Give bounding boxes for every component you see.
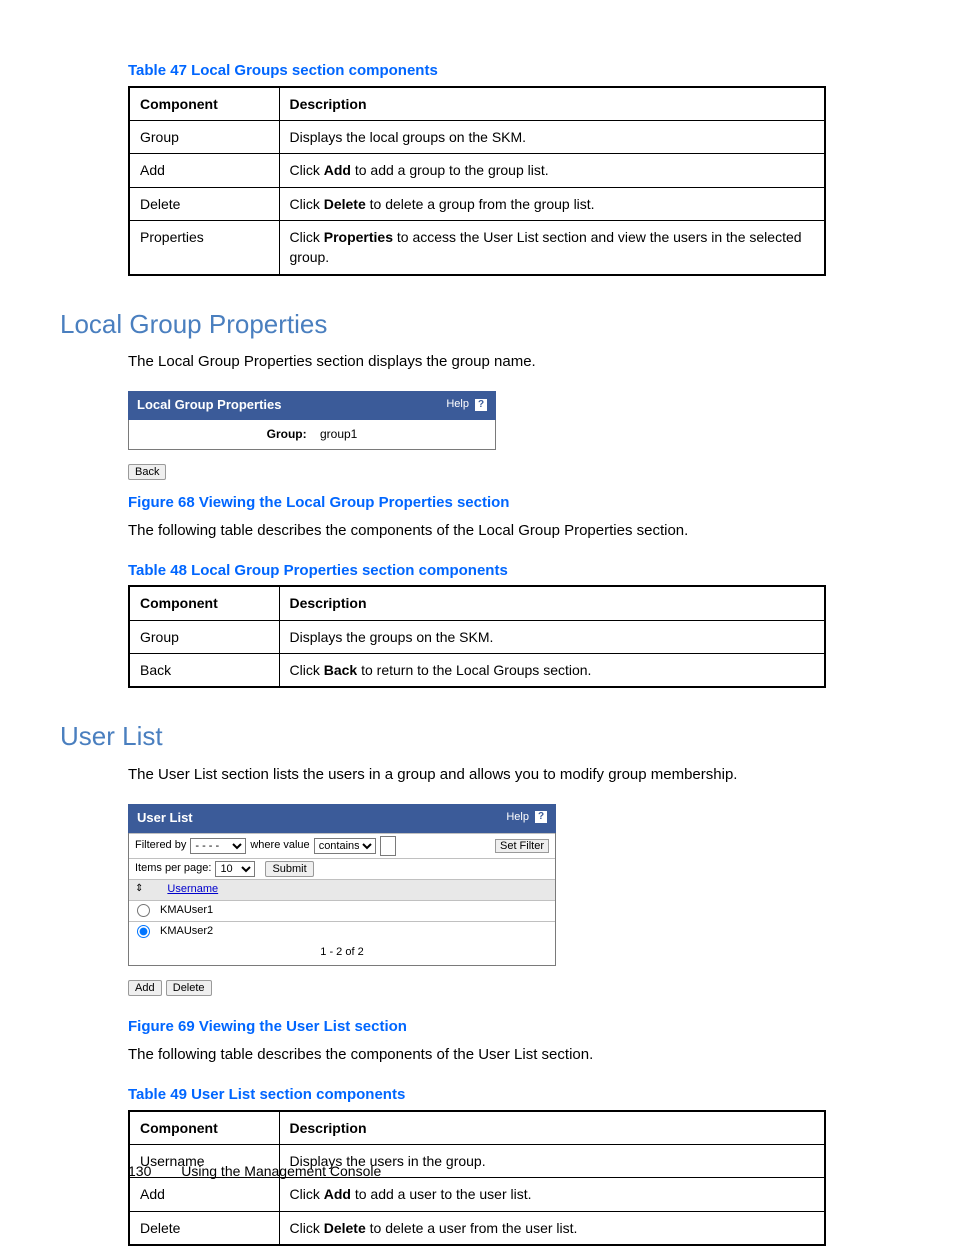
panel1-group-value: group1 <box>320 427 357 441</box>
footer-title: Using the Management Console <box>181 1163 381 1179</box>
user-list-row[interactable]: KMAUser1 <box>129 900 555 921</box>
figure69-caption: Figure 69 Viewing the User List section <box>128 1016 826 1038</box>
table-row: DeleteClick Delete to delete a group fro… <box>129 187 825 220</box>
back-button[interactable]: Back <box>128 464 166 480</box>
para68: The following table describes the compon… <box>128 520 826 542</box>
panel1-group-label: Group: <box>267 427 307 441</box>
add-button[interactable]: Add <box>128 980 162 996</box>
description-cell: Click Properties to access the User List… <box>279 220 825 274</box>
local-group-properties-panel: Local Group Properties Help ? Group: gro… <box>128 391 496 450</box>
table47-caption: Table 47 Local Groups section components <box>128 60 826 82</box>
panel1-help-text: Help <box>446 398 469 410</box>
figure68-caption: Figure 68 Viewing the Local Group Proper… <box>128 492 826 514</box>
component-cell: Add <box>129 154 279 187</box>
username-column-header[interactable]: Username <box>167 882 218 898</box>
section-local-group-properties: Local Group Properties <box>60 306 826 344</box>
section-user-list: User List <box>60 718 826 756</box>
user-list-row[interactable]: KMAUser2 <box>129 921 555 942</box>
panel1-title: Local Group Properties <box>137 396 281 415</box>
table-row: PropertiesClick Properties to access the… <box>129 220 825 274</box>
component-cell: Delete <box>129 187 279 220</box>
delete-button[interactable]: Delete <box>166 980 212 996</box>
table-row: BackClick Back to return to the Local Gr… <box>129 654 825 688</box>
user-list-pager: 1 - 2 of 2 <box>129 941 555 965</box>
user-row-name: KMAUser1 <box>160 903 213 919</box>
table-row: AddClick Add to add a user to the user l… <box>129 1178 825 1211</box>
table49-h1: Component <box>129 1111 279 1145</box>
section1-intro: The Local Group Properties section displ… <box>128 351 826 373</box>
description-cell: Click Add to add a user to the user list… <box>279 1178 825 1211</box>
description-cell: Displays the groups on the SKM. <box>279 620 825 653</box>
submit-button[interactable]: Submit <box>265 861 313 877</box>
panel2-help-link[interactable]: Help ? <box>506 810 547 826</box>
panel1-help-link[interactable]: Help ? <box>446 397 487 413</box>
description-cell: Click Delete to delete a user from the u… <box>279 1211 825 1245</box>
para69: The following table describes the compon… <box>128 1044 826 1066</box>
user-row-name: KMAUser2 <box>160 924 213 940</box>
table-row: GroupDisplays the local groups on the SK… <box>129 121 825 154</box>
user-row-radio[interactable] <box>137 904 150 917</box>
filtered-by-label: Filtered by <box>135 838 186 854</box>
user-row-radio[interactable] <box>137 925 150 938</box>
component-cell: Add <box>129 1178 279 1211</box>
user-list-panel: User List Help ? Filtered by - - - - whe… <box>128 804 556 967</box>
table48: Component Description GroupDisplays the … <box>128 585 826 688</box>
items-per-page-label: Items per page: <box>135 861 211 877</box>
table48-caption: Table 48 Local Group Properties section … <box>128 560 826 582</box>
table-row: GroupDisplays the groups on the SKM. <box>129 620 825 653</box>
component-cell: Group <box>129 620 279 653</box>
table47: Component Description GroupDisplays the … <box>128 86 826 276</box>
help-icon: ? <box>535 811 547 823</box>
table48-h1: Component <box>129 586 279 620</box>
table49-h2: Description <box>279 1111 825 1145</box>
component-cell: Group <box>129 121 279 154</box>
table47-h1: Component <box>129 87 279 121</box>
sort-icon[interactable]: ⇕ <box>135 882 143 897</box>
description-cell: Displays the local groups on the SKM. <box>279 121 825 154</box>
description-cell: Click Add to add a group to the group li… <box>279 154 825 187</box>
page-footer: 130 Using the Management Console <box>128 1161 381 1181</box>
panel2-help-text: Help <box>506 811 529 823</box>
component-cell: Delete <box>129 1211 279 1245</box>
panel2-title: User List <box>137 809 193 828</box>
table-row: DeleteClick Delete to delete a user from… <box>129 1211 825 1245</box>
table48-h2: Description <box>279 586 825 620</box>
filter-field-select[interactable]: - - - - <box>190 838 246 854</box>
description-cell: Click Back to return to the Local Groups… <box>279 654 825 688</box>
component-cell: Back <box>129 654 279 688</box>
help-icon: ? <box>475 399 487 411</box>
section2-intro: The User List section lists the users in… <box>128 764 826 786</box>
description-cell: Click Delete to delete a group from the … <box>279 187 825 220</box>
filter-op-select[interactable]: contains <box>314 838 376 854</box>
page-number: 130 <box>128 1163 151 1179</box>
filter-value-input[interactable] <box>380 836 396 856</box>
items-per-page-select[interactable]: 10 <box>215 861 255 877</box>
table47-h2: Description <box>279 87 825 121</box>
table-row: AddClick Add to add a group to the group… <box>129 154 825 187</box>
component-cell: Properties <box>129 220 279 274</box>
where-value-label: where value <box>250 838 309 854</box>
set-filter-button[interactable]: Set Filter <box>495 839 549 853</box>
table49-caption: Table 49 User List section components <box>128 1084 826 1106</box>
